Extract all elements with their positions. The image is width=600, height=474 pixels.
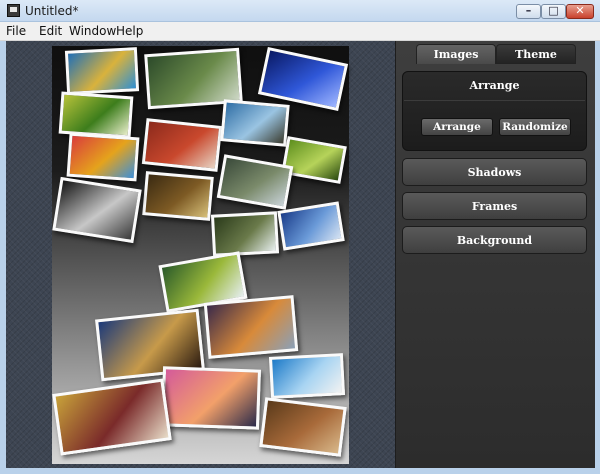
background-section-button[interactable]: Background: [402, 226, 587, 254]
window-title: Untitled*: [25, 4, 79, 18]
tab-theme[interactable]: Theme: [496, 44, 576, 64]
title-bar: Untitled* – □ ✕: [0, 0, 600, 22]
photo-waterfall-rock[interactable]: [210, 211, 280, 257]
menu-help[interactable]: Help: [116, 24, 143, 38]
shadows-section-button[interactable]: Shadows: [402, 158, 587, 186]
maximize-button[interactable]: □: [541, 4, 566, 19]
settings-panel: Images Theme Arrange Arrange Randomize S…: [395, 41, 595, 468]
photo-cave[interactable]: [142, 171, 214, 221]
menu-window[interactable]: Window: [69, 24, 116, 38]
window-border-bottom: [0, 468, 600, 474]
photo-rocks[interactable]: [216, 154, 294, 210]
collage-canvas[interactable]: [52, 46, 349, 464]
photo-birds-green[interactable]: [58, 91, 134, 139]
photo-birds-on-wire[interactable]: [268, 353, 346, 399]
photo-pink-sky[interactable]: [160, 366, 262, 430]
window-border-right: [595, 41, 600, 474]
tab-images[interactable]: Images: [416, 44, 496, 64]
menu-file[interactable]: File: [6, 24, 26, 38]
menu-bar: File Edit Window Help: [0, 22, 600, 41]
randomize-button[interactable]: Randomize: [499, 118, 571, 136]
photo-track-runner[interactable]: [141, 118, 223, 172]
photo-coast[interactable]: [220, 99, 290, 147]
photo-crowd[interactable]: [259, 397, 347, 457]
photo-harbor[interactable]: [277, 201, 345, 251]
photo-blue-lights[interactable]: [257, 47, 349, 111]
photo-robots[interactable]: [52, 176, 142, 244]
close-button[interactable]: ✕: [566, 4, 594, 19]
photo-swimmers[interactable]: [64, 47, 140, 95]
menu-edit[interactable]: Edit: [39, 24, 62, 38]
photo-lake-sunset[interactable]: [203, 295, 299, 359]
workspace: [6, 41, 395, 468]
app-icon: [7, 4, 20, 17]
photo-dancers[interactable]: [52, 378, 172, 456]
arrange-section: Arrange Arrange Randomize: [402, 71, 587, 151]
frames-section-button[interactable]: Frames: [402, 192, 587, 220]
minimize-icon: –: [525, 4, 532, 17]
close-icon: ✕: [575, 4, 585, 17]
maximize-icon: □: [548, 4, 559, 17]
divider: [404, 100, 585, 101]
minimize-button[interactable]: –: [516, 4, 541, 19]
photo-colored-pencils[interactable]: [66, 132, 140, 182]
arrange-button[interactable]: Arrange: [421, 118, 493, 136]
arrange-title: Arrange: [469, 79, 520, 92]
